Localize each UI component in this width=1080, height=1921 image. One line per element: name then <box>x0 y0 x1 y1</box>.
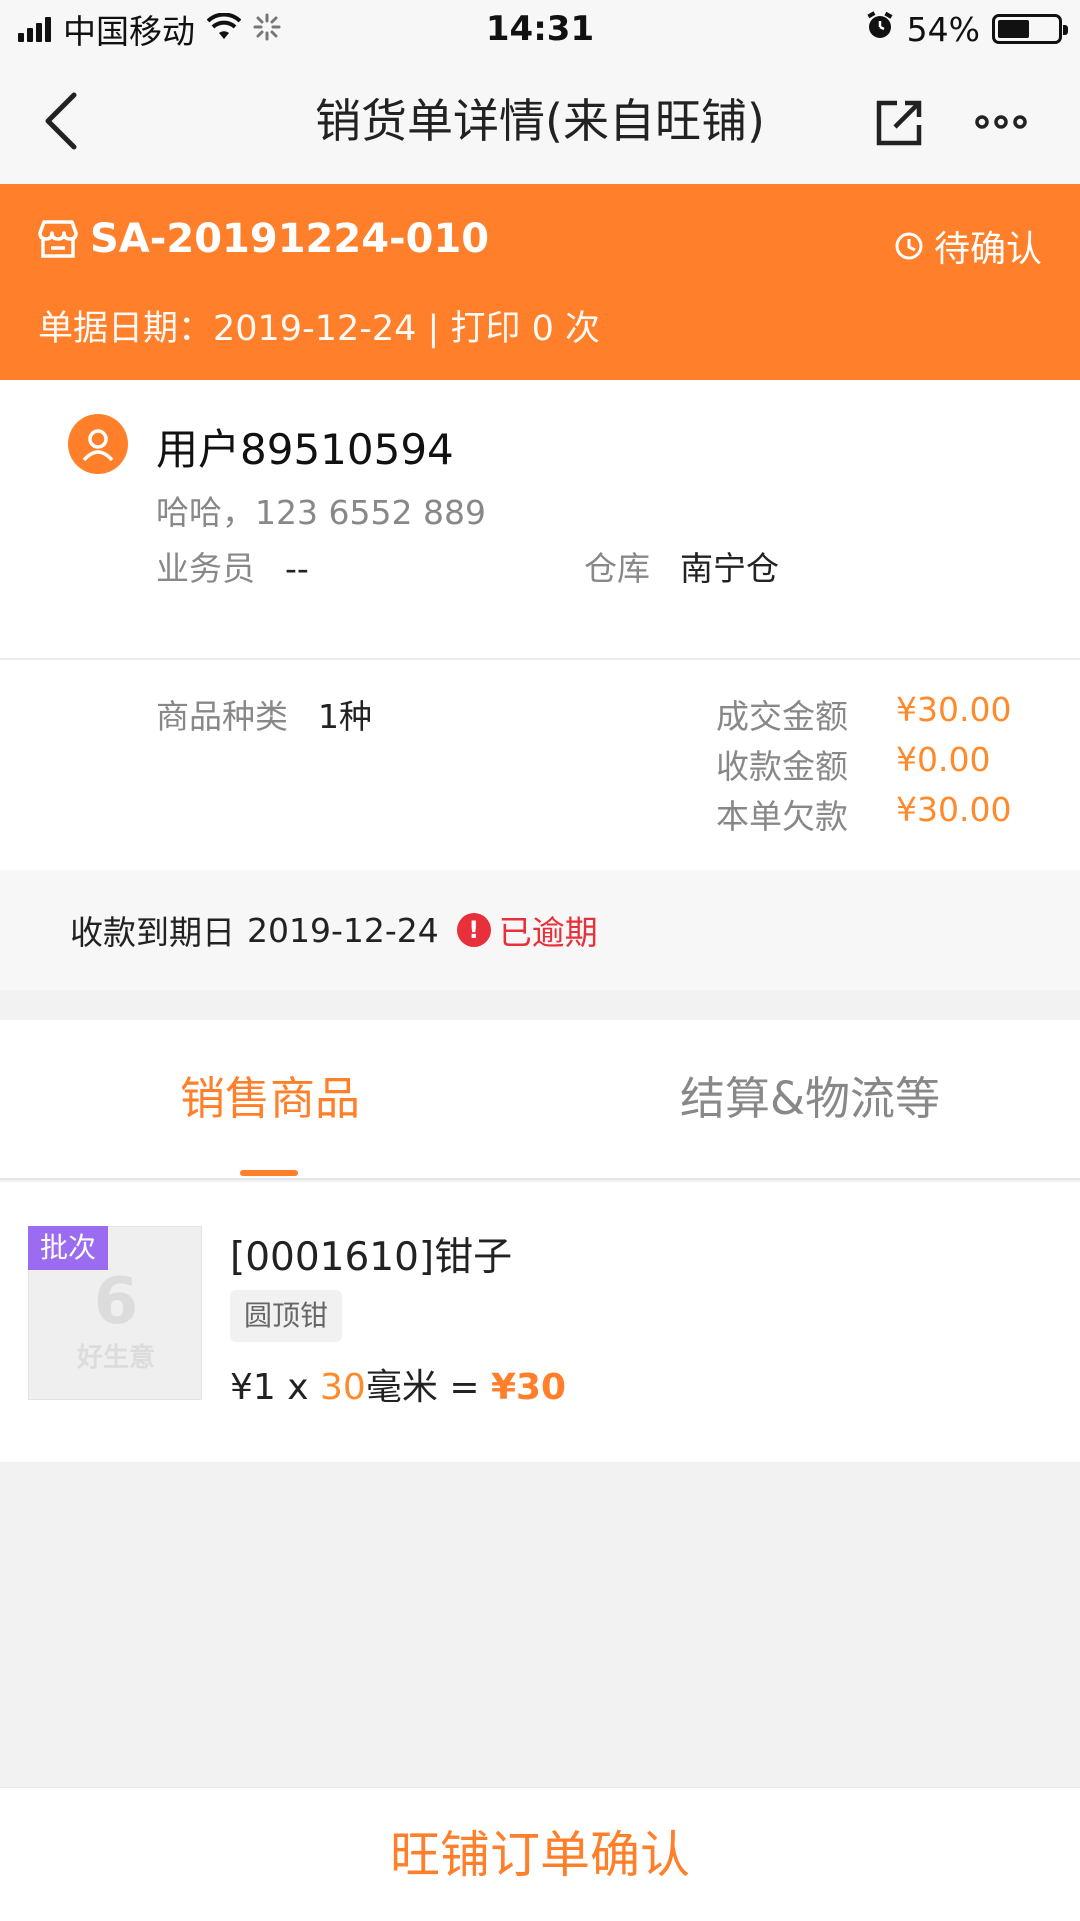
category-value: 1种 <box>318 697 372 736</box>
order-status: 待确认 <box>894 220 1042 272</box>
tab-indicator <box>240 1170 298 1176</box>
deal-amount-label: 成交金额 <box>716 697 848 736</box>
more-button[interactable] <box>970 92 1032 152</box>
placeholder-logo: 6 好生意 <box>76 1265 155 1373</box>
battery-percent: 54% <box>906 9 980 49</box>
user-icon <box>82 429 114 462</box>
status-right: 54% <box>642 9 1068 49</box>
overdue-status: ! 已逾期 <box>456 906 598 954</box>
product-list: 6 好生意 批次 [0001610]钳子 圆顶钳 ¥1 x 30毫米 = ¥30 <box>0 1182 1080 1462</box>
warning-icon: ! <box>456 913 491 947</box>
due-date-label: 收款到期日 <box>70 913 235 952</box>
customer-name: 用户89510594 <box>156 425 454 474</box>
salesperson-label: 业务员 <box>156 549 255 588</box>
times-sign: x <box>287 1367 309 1408</box>
due-date-row: 收款到期日 2019-12-24 ! 已逾期 <box>0 870 1080 990</box>
salesperson-row: 业务员 -- <box>156 542 309 590</box>
unit-price: ¥1 <box>230 1367 276 1408</box>
order-number-text: SA-20191224-010 <box>90 216 490 262</box>
warehouse-label: 仓库 <box>584 549 650 588</box>
tab-sales-products[interactable]: 销售商品 <box>0 1020 540 1178</box>
received-amount-row: 收款金额 ¥0.00 <box>716 740 990 788</box>
avatar <box>68 414 128 474</box>
owed-amount-value: ¥30.00 <box>896 790 1012 829</box>
product-price-line: ¥1 x 30毫米 = ¥30 <box>230 1358 566 1410</box>
back-button[interactable] <box>30 88 90 154</box>
confirm-order-button[interactable]: 旺铺订单确认 <box>0 1787 1080 1921</box>
amount-card: 商品种类 1种 成交金额 ¥30.00 收款金额 ¥0.00 本单欠款 ¥30.00 <box>0 660 1080 870</box>
signal-icon <box>18 16 51 42</box>
more-icon <box>975 115 1027 129</box>
product-name: [0001610]钳子 <box>230 1235 513 1280</box>
clock: 14:31 <box>485 9 595 49</box>
battery-fill <box>998 20 1030 38</box>
batch-badge: 批次 <box>28 1226 108 1270</box>
owed-amount-row: 本单欠款 ¥30.00 <box>716 790 1011 838</box>
owed-amount-label: 本单欠款 <box>716 797 848 836</box>
battery-icon <box>992 14 1068 44</box>
warehouse-value: 南宁仓 <box>680 549 779 588</box>
status-left: 中国移动 <box>18 5 438 53</box>
status-bar: 中国移动 14:31 54% <box>0 0 1080 58</box>
store-icon <box>38 220 78 258</box>
unit: 毫米 <box>365 1367 438 1408</box>
customer-contact: 哈哈，123 6552 889 <box>156 493 486 532</box>
quantity: 30 <box>320 1367 366 1408</box>
equals-sign: = <box>449 1367 480 1408</box>
share-button[interactable] <box>870 92 930 152</box>
order-status-text: 待确认 <box>933 229 1042 270</box>
deal-amount-row: 成交金额 ¥30.00 <box>716 690 1011 738</box>
chevron-left-icon <box>45 92 77 150</box>
alarm-icon <box>865 10 895 49</box>
due-date-value: 2019-12-24 <box>247 910 439 950</box>
carrier-name: 中国移动 <box>63 12 195 51</box>
tab-bar: 销售商品 结算&物流等 <box>0 1020 1080 1180</box>
product-spec-tag: 圆顶钳 <box>230 1290 343 1342</box>
loading-icon <box>253 10 281 49</box>
received-amount-label: 收款金额 <box>716 747 848 786</box>
customer-card: 用户89510594 哈哈，123 6552 889 业务员 -- 仓库 南宁仓 <box>0 380 1080 658</box>
received-amount-value: ¥0.00 <box>896 740 991 779</box>
page-title: 销货单详情(来自旺铺) <box>315 94 765 148</box>
salesperson-value: -- <box>285 549 309 588</box>
placeholder-logo-text: 好生意 <box>76 1343 155 1373</box>
category-label: 商品种类 <box>156 697 288 736</box>
nav-bar: 销货单详情(来自旺铺) <box>0 58 1080 184</box>
deal-amount-value: ¥30.00 <box>896 690 1012 729</box>
warehouse-row: 仓库 南宁仓 <box>584 542 779 590</box>
order-number: SA-20191224-010 <box>36 216 489 262</box>
wifi-icon <box>206 10 242 49</box>
order-header: SA-20191224-010 待确认 单据日期：2019-12-24 | 打印… <box>0 184 1080 380</box>
share-icon <box>876 100 922 146</box>
clock-icon <box>895 232 923 260</box>
category-row: 商品种类 1种 <box>156 690 372 738</box>
overdue-text: 已逾期 <box>498 913 598 952</box>
line-total: ¥30 <box>490 1367 567 1408</box>
order-meta: 单据日期：2019-12-24 | 打印 0 次 <box>38 309 600 349</box>
tab-settlement-logistics[interactable]: 结算&物流等 <box>540 1020 1080 1178</box>
